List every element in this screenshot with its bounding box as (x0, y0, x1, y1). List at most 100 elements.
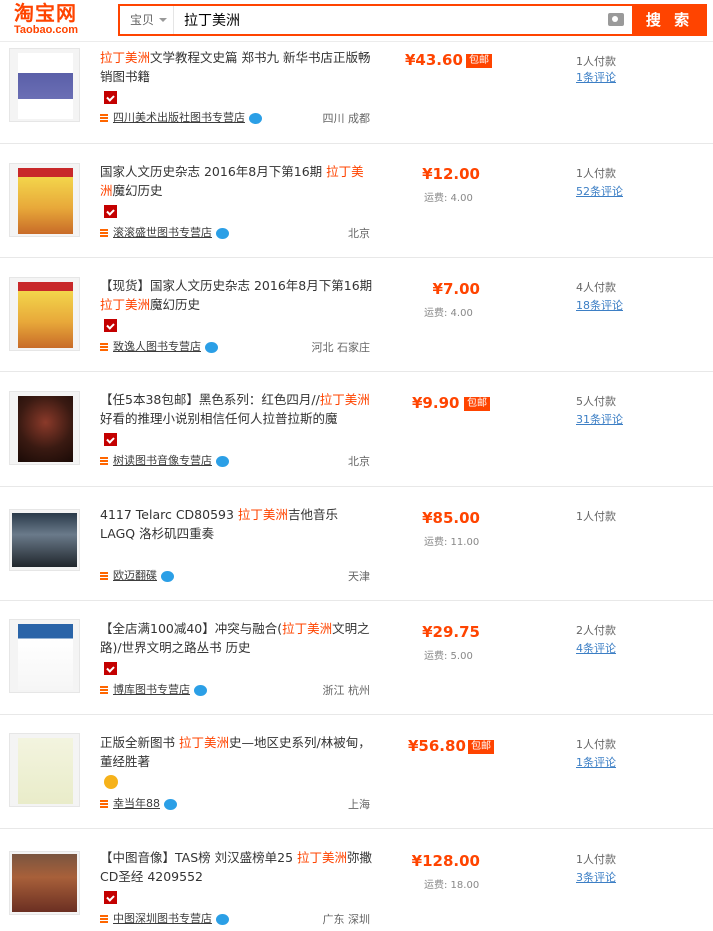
free-shipping-badge: 包邮 (464, 397, 490, 411)
title-keyword: 拉丁美洲 (178, 735, 229, 750)
shop-name: 幸当年88 (113, 797, 160, 810)
list-item[interactable]: 【任5本38包邮】黑色系列：红色四月//拉丁美洲好看的推理小说别相信任何人拉普拉… (0, 372, 713, 487)
product-thumbnail[interactable] (9, 163, 80, 237)
product-title[interactable]: 国家人文历史杂志 2016年8月下第16期 拉丁美洲魔幻历史 (100, 162, 375, 200)
tmall-badge-icon (104, 891, 117, 904)
price: ¥29.75 (422, 623, 480, 641)
shop-link[interactable]: 幸当年88 (100, 795, 177, 811)
title-text: 4117 Telarc CD80593 (100, 507, 238, 522)
title-text: 正版全新图书 (100, 735, 179, 750)
product-thumbnail[interactable] (9, 48, 80, 122)
shipping-fee: 运费: 5.00 (424, 651, 473, 662)
shop-icon (100, 686, 108, 694)
search-scope-select[interactable]: 宝贝 (120, 6, 174, 34)
list-item[interactable]: 【中图音像】TAS榜 刘汉盛榜单25 拉丁美洲弥撒 CD圣经 4209552 中… (0, 829, 713, 931)
paid-count: 1人付款 (576, 738, 616, 751)
product-thumbnail[interactable] (9, 391, 80, 465)
taobao-logo[interactable]: 淘宝网 Taobao.com (14, 2, 94, 38)
list-item[interactable]: 4117 Telarc CD80593 拉丁美洲吉他音乐 LAGQ 洛杉矶四重奏… (0, 487, 713, 601)
shop-link[interactable]: 致逸人图书专营店 (100, 338, 218, 354)
title-keyword: 拉丁美洲 (237, 507, 288, 522)
shop-link[interactable]: 树读图书音像专营店 (100, 452, 229, 468)
gold-medal-icon (104, 775, 118, 789)
reviews-link[interactable]: 1条评论 (576, 69, 616, 85)
reviews-link[interactable]: 18条评论 (576, 297, 623, 313)
paid-count: 1人付款 (576, 853, 616, 866)
shop-link[interactable]: 四川美术出版社图书专营店 (100, 109, 262, 125)
logo-text: 淘宝网 (14, 1, 77, 25)
wangwang-chat-icon[interactable] (216, 227, 229, 239)
list-item[interactable]: 正版全新图书 拉丁美洲史—地区史系列/林被甸，董经胜著 幸当年88 上海 ¥56… (0, 715, 713, 829)
paid-count: 5人付款 (576, 395, 616, 408)
product-title[interactable]: 正版全新图书 拉丁美洲史—地区史系列/林被甸，董经胜著 (100, 733, 375, 771)
list-item[interactable]: 【现货】国家人文历史杂志 2016年8月下第16期 拉丁美洲魔幻历史 致逸人图书… (0, 258, 713, 372)
wangwang-chat-icon[interactable] (216, 455, 229, 467)
shop-name: 四川美术出版社图书专营店 (113, 111, 245, 124)
shop-link[interactable]: 中图深圳图书专营店 (100, 910, 229, 926)
shop-name: 博库图书专营店 (113, 683, 190, 696)
product-thumbnail[interactable] (9, 733, 80, 807)
title-keyword: 拉丁美洲 (100, 297, 151, 312)
paid-count: 4人付款 (576, 281, 616, 294)
tmall-badge-icon (104, 91, 117, 104)
price: ¥12.00 (422, 165, 480, 183)
reviews-link[interactable]: 31条评论 (576, 411, 623, 427)
tmall-badge-icon (104, 433, 117, 446)
wangwang-chat-icon[interactable] (161, 570, 174, 582)
location: 广东 深圳 (322, 913, 371, 926)
shop-name: 致逸人图书专营店 (113, 340, 201, 353)
reviews-link[interactable]: 4条评论 (576, 640, 616, 656)
shop-name: 中图深圳图书专营店 (113, 912, 212, 925)
reviews-link[interactable]: 3条评论 (576, 869, 616, 885)
product-thumbnail[interactable] (9, 851, 80, 915)
shop-link[interactable]: 滚滚盛世图书专营店 (100, 224, 229, 240)
reviews-link[interactable]: 1条评论 (576, 754, 616, 770)
location: 天津 (348, 570, 370, 583)
paid-count: 1人付款 (576, 55, 616, 68)
title-text: 魔幻历史 (150, 297, 201, 312)
wangwang-chat-icon[interactable] (194, 684, 207, 696)
search-bar: 宝贝 (118, 4, 632, 36)
location: 上海 (348, 798, 370, 811)
reviews-link[interactable]: 52条评论 (576, 183, 623, 199)
shop-icon (100, 800, 108, 808)
search-button[interactable]: 搜 索 (632, 4, 707, 36)
shop-link[interactable]: 博库图书专营店 (100, 681, 207, 697)
list-item[interactable]: 拉丁美洲文学教程文史篇 郑书九 新华书店正版畅销图书籍 四川美术出版社图书专营店… (0, 43, 713, 144)
header: 淘宝网 Taobao.com 宝贝 搜 索 (0, 0, 713, 42)
product-title[interactable]: 【现货】国家人文历史杂志 2016年8月下第16期 拉丁美洲魔幻历史 (100, 276, 375, 314)
shop-link[interactable]: 欧迈翻碟 (100, 567, 174, 583)
product-thumbnail[interactable] (9, 619, 80, 693)
camera-icon[interactable] (608, 13, 624, 26)
shipping-fee: 运费: 4.00 (424, 193, 473, 204)
shop-name: 树读图书音像专营店 (113, 454, 212, 467)
logo-subtext: Taobao.com (14, 24, 78, 36)
wangwang-chat-icon[interactable] (249, 112, 262, 124)
list-item[interactable]: 国家人文历史杂志 2016年8月下第16期 拉丁美洲魔幻历史 滚滚盛世图书专营店… (0, 144, 713, 258)
product-thumbnail[interactable] (9, 509, 80, 571)
wangwang-chat-icon[interactable] (205, 341, 218, 353)
price: ¥128.00 (411, 852, 480, 870)
product-title[interactable]: 4117 Telarc CD80593 拉丁美洲吉他音乐 LAGQ 洛杉矶四重奏 (100, 505, 375, 543)
list-item[interactable]: 【全店满100减40】冲突与融合(拉丁美洲文明之路)/世界文明之路丛书 历史 博… (0, 601, 713, 715)
title-keyword: 拉丁美洲 (100, 50, 151, 65)
title-text: 【中图音像】TAS榜 刘汉盛榜单25 (100, 850, 298, 865)
title-keyword: 拉丁美洲 (297, 850, 348, 865)
tmall-badge-icon (104, 662, 117, 675)
wangwang-chat-icon[interactable] (216, 913, 229, 925)
product-title[interactable]: 拉丁美洲文学教程文史篇 郑书九 新华书店正版畅销图书籍 (100, 48, 375, 86)
product-thumbnail[interactable] (9, 277, 80, 351)
shop-name: 滚滚盛世图书专营店 (113, 226, 212, 239)
wangwang-chat-icon[interactable] (164, 798, 177, 810)
shop-icon (100, 457, 108, 465)
title-text: 【任5本38包邮】黑色系列：红色四月// (100, 392, 320, 407)
title-keyword: 拉丁美洲 (319, 392, 370, 407)
product-title[interactable]: 【中图音像】TAS榜 刘汉盛榜单25 拉丁美洲弥撒 CD圣经 4209552 (100, 848, 375, 886)
product-title[interactable]: 【任5本38包邮】黑色系列：红色四月//拉丁美洲好看的推理小说别相信任何人拉普拉… (100, 390, 375, 428)
title-text: 好看的推理小说别相信任何人拉普拉斯的魔 (100, 411, 338, 426)
title-text: 【现货】国家人文历史杂志 2016年8月下第16期 (100, 278, 373, 293)
search-scope-label: 宝贝 (130, 13, 155, 27)
tmall-badge-icon (104, 319, 117, 332)
search-input[interactable] (184, 6, 584, 34)
product-title[interactable]: 【全店满100减40】冲突与融合(拉丁美洲文明之路)/世界文明之路丛书 历史 (100, 619, 375, 657)
